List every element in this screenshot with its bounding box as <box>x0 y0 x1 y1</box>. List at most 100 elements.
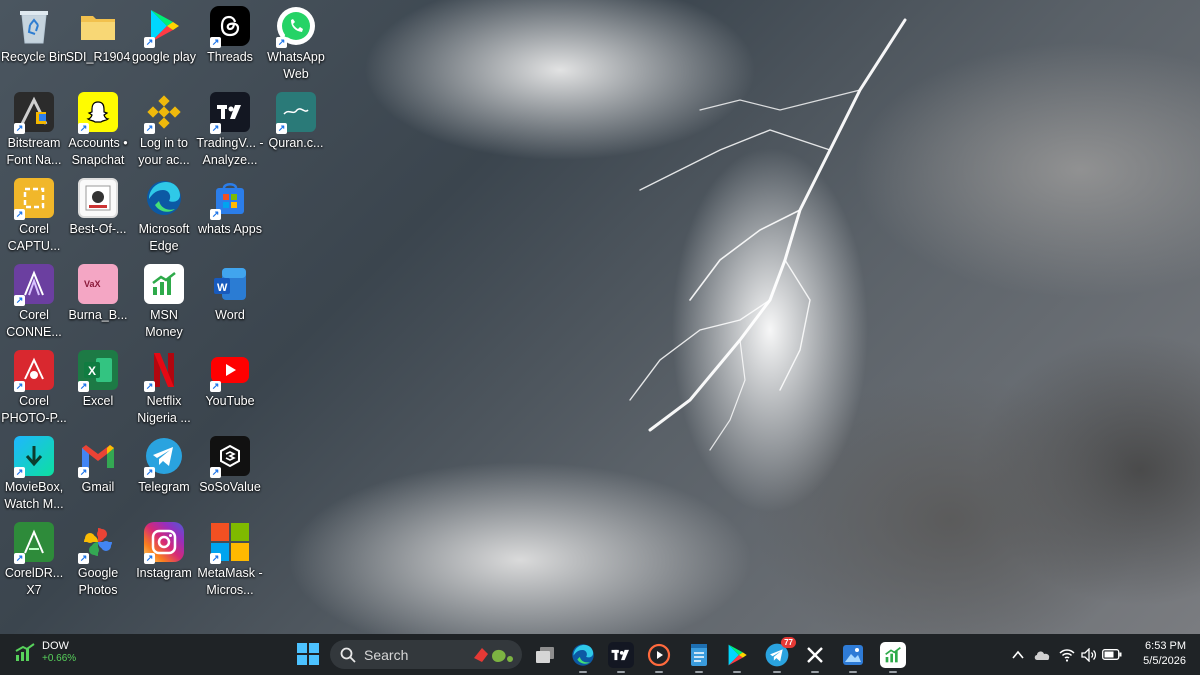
desktop-icon-label: google play <box>132 50 196 64</box>
desktop-icon-corel-connect[interactable]: ↗ Corel CONNE... <box>0 258 68 342</box>
desktop-icon-sdi-r1904[interactable]: SDI_R1904 <box>64 0 132 84</box>
tradingview-icon <box>611 649 629 661</box>
desktop-icon-label: Threads <box>207 50 253 64</box>
onedrive-button[interactable] <box>1028 649 1056 661</box>
desktop-icon-burna-b[interactable]: VaX Burna_B... <box>64 258 132 342</box>
desktop-icon-snapchat[interactable]: ↗ Accounts • Snapchat <box>64 86 132 170</box>
battery-button[interactable] <box>1100 649 1124 660</box>
desktop-icon-label: Log in to your ac... <box>138 136 190 167</box>
whatsapp-icon: ↗ <box>276 6 316 48</box>
taskbar-edge[interactable] <box>570 642 596 673</box>
desktop-icon-label: Netflix Nigeria ... <box>137 394 191 425</box>
desktop-icon-youtube[interactable]: ↗ YouTube <box>196 344 264 428</box>
taskbar-notepad[interactable] <box>686 642 712 673</box>
metamask-icon: ↗ <box>210 522 250 564</box>
taskbar-media-player[interactable] <box>646 642 672 673</box>
desktop-icon-google-play[interactable]: ↗ google play <box>130 0 198 84</box>
sosovalue-icon: ↗ <box>210 436 250 478</box>
coreldraw-icon: ↗ <box>14 522 54 564</box>
task-view-button[interactable] <box>532 642 558 668</box>
desktop-icon-whats-apps[interactable]: ↗ whats Apps <box>196 172 264 256</box>
desktop-icon-label: Word <box>215 308 245 322</box>
image-file-icon <box>78 178 118 218</box>
desktop-icon-metamask[interactable]: ↗ MetaMask - Micros... <box>196 516 264 600</box>
desktop-icon-quran[interactable]: ↗ Quran.c... <box>262 86 330 170</box>
desktop-icon-tradingview[interactable]: ↗ TradingV... - Analyze... <box>196 86 264 170</box>
desktop-icon-recycle-bin[interactable]: Recycle Bin <box>0 0 68 84</box>
clock-time: 6:53 PM <box>1145 640 1186 652</box>
desktop-icon-label: whats Apps <box>198 222 262 236</box>
threads-icon: ↗ <box>210 6 250 48</box>
desktop-icon-label: SoSoValue <box>199 480 261 494</box>
desktop-icon-label: Quran.c... <box>268 136 324 150</box>
taskbar-search-box[interactable]: Search <box>330 640 522 669</box>
notepad-icon <box>691 644 707 666</box>
desktop-icon-label: CorelDR... X7 <box>4 566 64 597</box>
image-file-icon: VaX <box>78 264 118 304</box>
desktop-icon-label: WhatsApp Web <box>267 50 325 81</box>
desktop-icon-whatsapp-web[interactable]: ↗ WhatsApp Web <box>262 0 330 84</box>
desktop-icon-label: YouTube <box>205 394 255 408</box>
taskbar-telegram[interactable]: 77 <box>764 637 796 673</box>
desktop-icon-google-photos[interactable]: ↗ Google Photos <box>64 516 132 600</box>
network-button[interactable] <box>1056 648 1078 662</box>
taskbar-msn-money[interactable] <box>880 642 906 673</box>
clock-button[interactable]: 6:53 PM 5/5/2026 <box>1143 639 1186 669</box>
desktop-icon-netflix[interactable]: ↗ Netflix Nigeria ... <box>130 344 198 428</box>
desktop-icon-label: TradingV... - Analyze... <box>196 136 264 167</box>
volume-button[interactable] <box>1078 647 1100 662</box>
bitstream-font-icon: ↗ <box>14 92 54 134</box>
windows-logo-icon <box>297 643 319 665</box>
system-tray <box>1008 634 1124 675</box>
desktop-icon-telegram[interactable]: ↗ Telegram <box>130 430 198 514</box>
desktop-icon-label: Best-Of-... <box>69 222 127 236</box>
desktop-icon-label: Recycle Bin <box>1 50 67 64</box>
desktop-icon-label: Microsoft Edge <box>138 222 190 253</box>
desktop-icon-corel-photo-paint[interactable]: ↗ Corel PHOTO-P... <box>0 344 68 428</box>
desktop-icon-label: MSN Money <box>145 308 183 339</box>
desktop-icon-bitstream-font-navigator[interactable]: ↗ Bitstream Font Na... <box>0 86 68 170</box>
widgets-button[interactable]: DOW +0.66% <box>14 640 76 665</box>
desktop-icon-binance-login[interactable]: ↗ Log in to your ac... <box>130 86 198 170</box>
snapchat-icon: ↗ <box>78 92 118 134</box>
desktop-icon-microsoft-edge[interactable]: Microsoft Edge <box>130 172 198 256</box>
desktop-icon-msn-money[interactable]: MSN Money <box>130 258 198 342</box>
quran-icon: ↗ <box>276 92 316 134</box>
corel-photo-paint-icon: ↗ <box>14 350 54 392</box>
desktop-icon-excel[interactable]: X ↗ Excel <box>64 344 132 428</box>
start-button[interactable] <box>296 642 322 668</box>
desktop-icon-label: MetaMask - Micros... <box>197 566 263 597</box>
clock-date: 5/5/2026 <box>1143 655 1186 667</box>
svg-text:X: X <box>88 364 96 378</box>
desktop-icon-label: Gmail <box>81 480 115 494</box>
desktop-icon-coreldraw-x7[interactable]: ↗ CorelDR... X7 <box>0 516 68 600</box>
show-hidden-icons-button[interactable] <box>1008 650 1028 660</box>
desktop-icon-threads[interactable]: ↗ Threads <box>196 0 264 84</box>
wifi-icon <box>1059 648 1075 662</box>
taskbar-google-play[interactable] <box>724 642 750 673</box>
desktop-icon-sosovalue[interactable]: ↗ SoSoValue <box>196 430 264 514</box>
netflix-icon: ↗ <box>144 350 184 392</box>
store-icon: ↗ <box>210 178 250 220</box>
recycle-bin-icon <box>14 6 54 46</box>
speaker-icon <box>1081 647 1097 662</box>
taskbar-photos[interactable] <box>840 642 866 673</box>
desktop-icon-label: Bitstream Font Na... <box>6 136 62 167</box>
chevron-up-icon <box>1012 650 1024 659</box>
task-view-icon <box>536 647 554 663</box>
desktop-icon-gmail[interactable]: ↗ Gmail <box>64 430 132 514</box>
search-placeholder: Search <box>364 646 409 663</box>
instagram-icon: ↗ <box>144 522 184 564</box>
taskbar-tradingview[interactable] <box>608 642 634 673</box>
desktop-icon-label: SDI_R1904 <box>65 50 131 64</box>
desktop-icon-label: Instagram <box>136 566 192 580</box>
svg-text:W: W <box>217 282 228 294</box>
tradingview-icon: ↗ <box>210 92 250 134</box>
desktop-icon-corel-capture[interactable]: ↗ Corel CAPTU... <box>0 172 68 256</box>
desktop-icon-best-of[interactable]: Best-Of-... <box>64 172 132 256</box>
desktop-icon-instagram[interactable]: ↗ Instagram <box>130 516 198 600</box>
desktop-icon-label: Google Photos <box>77 566 119 597</box>
desktop-icon-word[interactable]: W Word <box>196 258 264 342</box>
desktop-icon-moviebox[interactable]: ↗ MovieBox, Watch M... <box>0 430 68 514</box>
taskbar-x[interactable] <box>802 642 828 673</box>
